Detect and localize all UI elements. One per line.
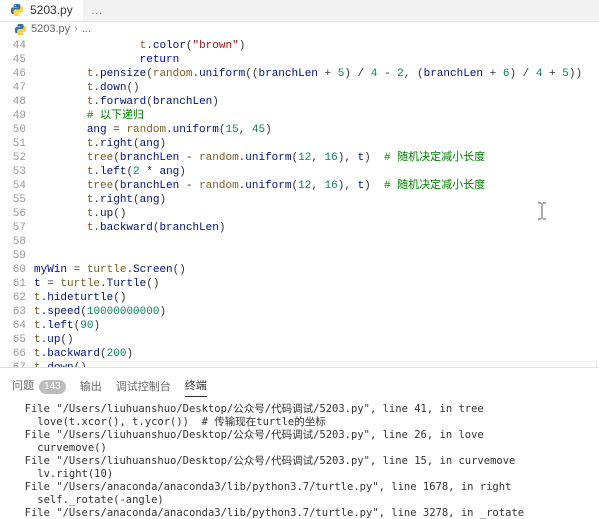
- code-line[interactable]: t.down(): [34, 361, 599, 367]
- code-line[interactable]: # 以下递归: [34, 109, 599, 123]
- code-line[interactable]: t.up(): [34, 333, 599, 347]
- breadcrumb-file: 5203.py: [31, 23, 70, 35]
- terminal-output[interactable]: File "/Users/liuhuanshuo/Desktop/公众号/代码调…: [0, 397, 599, 519]
- editor-tabbar: 5203.py …: [0, 0, 599, 22]
- tab-overflow-indicator[interactable]: …: [83, 0, 111, 21]
- code-line[interactable]: t.up(): [34, 207, 599, 221]
- code-line[interactable]: myWin = turtle.Screen(): [34, 263, 599, 277]
- problems-count-badge: 143: [39, 380, 66, 394]
- breadcrumb-symbol: ...: [82, 23, 91, 35]
- panel-tab-problems[interactable]: 问题 143: [12, 374, 66, 397]
- code-line[interactable]: [34, 249, 599, 263]
- code-area[interactable]: t.color("brown") return t.pensize(random…: [34, 37, 599, 367]
- code-line[interactable]: return: [34, 53, 599, 67]
- panel-tab-output[interactable]: 输出: [80, 375, 102, 397]
- code-line[interactable]: t.backward(branchLen): [34, 221, 599, 235]
- code-line[interactable]: t.left(90): [34, 319, 599, 333]
- code-line[interactable]: ang = random.uniform(15, 45): [34, 123, 599, 137]
- code-line[interactable]: t.hideturtle(): [34, 291, 599, 305]
- python-file-icon: [14, 23, 27, 36]
- breadcrumb[interactable]: 5203.py › ...: [0, 22, 599, 37]
- line-number-gutter: 4445464748495051525354555657585960616263…: [0, 37, 34, 367]
- panel-tabbar: 问题 143 输出 调试控制台 终端: [0, 368, 599, 397]
- tab-filename: 5203.py: [30, 3, 73, 17]
- code-editor[interactable]: 4445464748495051525354555657585960616263…: [0, 37, 599, 367]
- code-line[interactable]: t.left(2 * ang): [34, 165, 599, 179]
- code-line[interactable]: [34, 235, 599, 249]
- python-file-icon: [10, 3, 24, 17]
- code-line[interactable]: t.down(): [34, 81, 599, 95]
- panel-tab-debug-console[interactable]: 调试控制台: [116, 375, 171, 397]
- code-line[interactable]: t.right(ang): [34, 137, 599, 151]
- tab-5203-py[interactable]: 5203.py: [0, 0, 83, 21]
- code-line[interactable]: t = turtle.Turtle(): [34, 277, 599, 291]
- code-line[interactable]: t.forward(branchLen): [34, 95, 599, 109]
- code-line[interactable]: tree(branchLen - random.uniform(12, 16),…: [34, 179, 599, 193]
- code-line[interactable]: t.right(ang): [34, 193, 599, 207]
- code-line[interactable]: t.speed(10000000000): [34, 305, 599, 319]
- code-line[interactable]: t.backward(200): [34, 347, 599, 361]
- bottom-panel: 问题 143 输出 调试控制台 终端 File "/Users/liuhuans…: [0, 367, 599, 519]
- panel-tab-terminal[interactable]: 终端: [185, 374, 207, 397]
- code-line[interactable]: t.pensize(random.uniform((branchLen + 5)…: [34, 67, 599, 81]
- code-line[interactable]: t.color("brown"): [34, 39, 599, 53]
- chevron-right-icon: ›: [74, 23, 78, 35]
- code-line[interactable]: tree(branchLen - random.uniform(12, 16),…: [34, 151, 599, 165]
